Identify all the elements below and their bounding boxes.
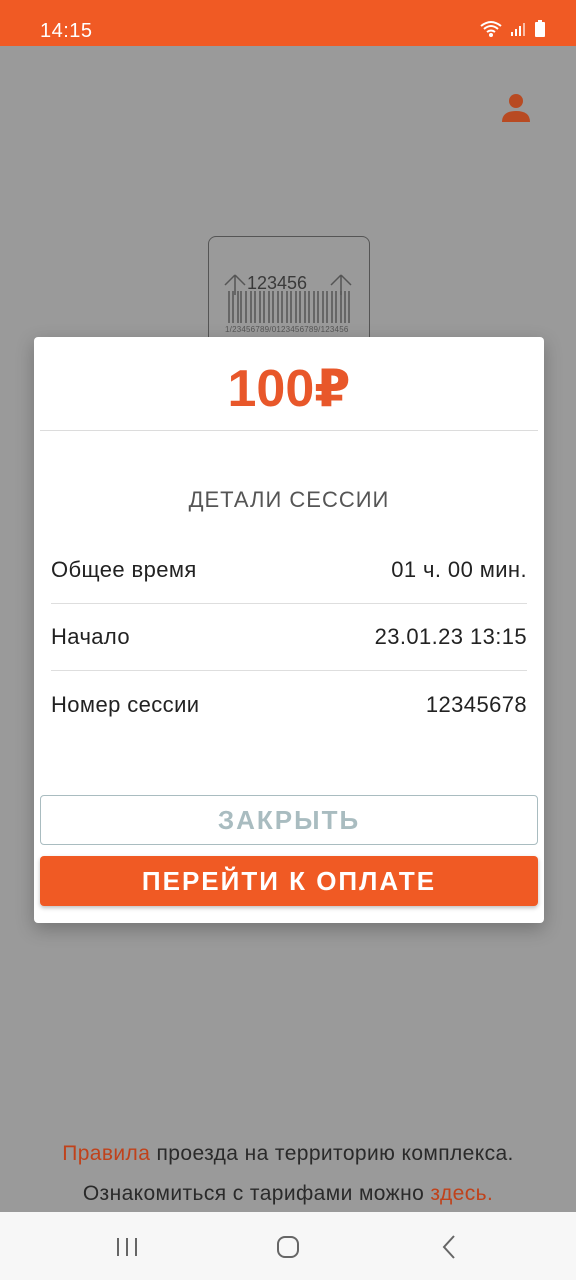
status-time: 14:15: [40, 20, 93, 42]
footer-rules-line: Правила проезда на территорию комплекса.: [0, 1142, 576, 1166]
detail-row-start: Начало 23.01.23 13:15: [51, 604, 527, 670]
home-icon[interactable]: [271, 1230, 305, 1264]
footer-tariffs-line: Ознакомиться с тарифами можно здесь.: [0, 1182, 576, 1206]
detail-label: Номер сессии: [51, 692, 200, 717]
profile-icon[interactable]: [500, 92, 532, 124]
system-nav-bar: [0, 1212, 576, 1280]
detail-value: 01 ч. 00 мин.: [391, 557, 527, 582]
detail-label: Начало: [51, 624, 131, 649]
detail-row-session-number: Номер сессии 12345678: [51, 672, 527, 738]
detail-row-total-time: Общее время 01 ч. 00 мин.: [51, 537, 527, 603]
detail-value: 12345678: [425, 692, 527, 717]
battery-icon: [535, 20, 545, 37]
recent-apps-icon[interactable]: [110, 1230, 144, 1264]
rules-link[interactable]: Правила: [62, 1142, 150, 1165]
detail-label: Общее время: [51, 557, 197, 582]
detail-value: 23.01.23 13:15: [374, 624, 527, 649]
status-bar: 14:15: [0, 0, 576, 46]
rules-text: проезда на территорию комплекса.: [150, 1142, 514, 1165]
tariffs-text: Ознакомиться с тарифами можно: [82, 1182, 431, 1205]
section-title: ДЕТАЛИ СЕССИИ: [188, 487, 390, 512]
wifi-icon: [480, 21, 502, 37]
amount-due: 100₽: [227, 360, 351, 418]
go-to-payment-button[interactable]: ПЕРЕЙТИ К ОПЛАТЕ: [40, 856, 538, 906]
status-icons: [480, 20, 546, 38]
divider: [51, 670, 527, 671]
session-details-dialog: 100₽ ДЕТАЛИ СЕССИИ Общее время 01 ч. 00 …: [34, 337, 544, 923]
ticket-barcode-text: 1/23456789/0123456789/123456: [225, 325, 349, 334]
tariffs-link[interactable]: здесь.: [430, 1182, 493, 1205]
signal-icon: [511, 23, 525, 36]
divider: [40, 430, 538, 431]
back-icon[interactable]: [433, 1230, 467, 1264]
close-button[interactable]: ЗАКРЫТЬ: [40, 795, 538, 845]
barcode-icon: [228, 291, 350, 323]
